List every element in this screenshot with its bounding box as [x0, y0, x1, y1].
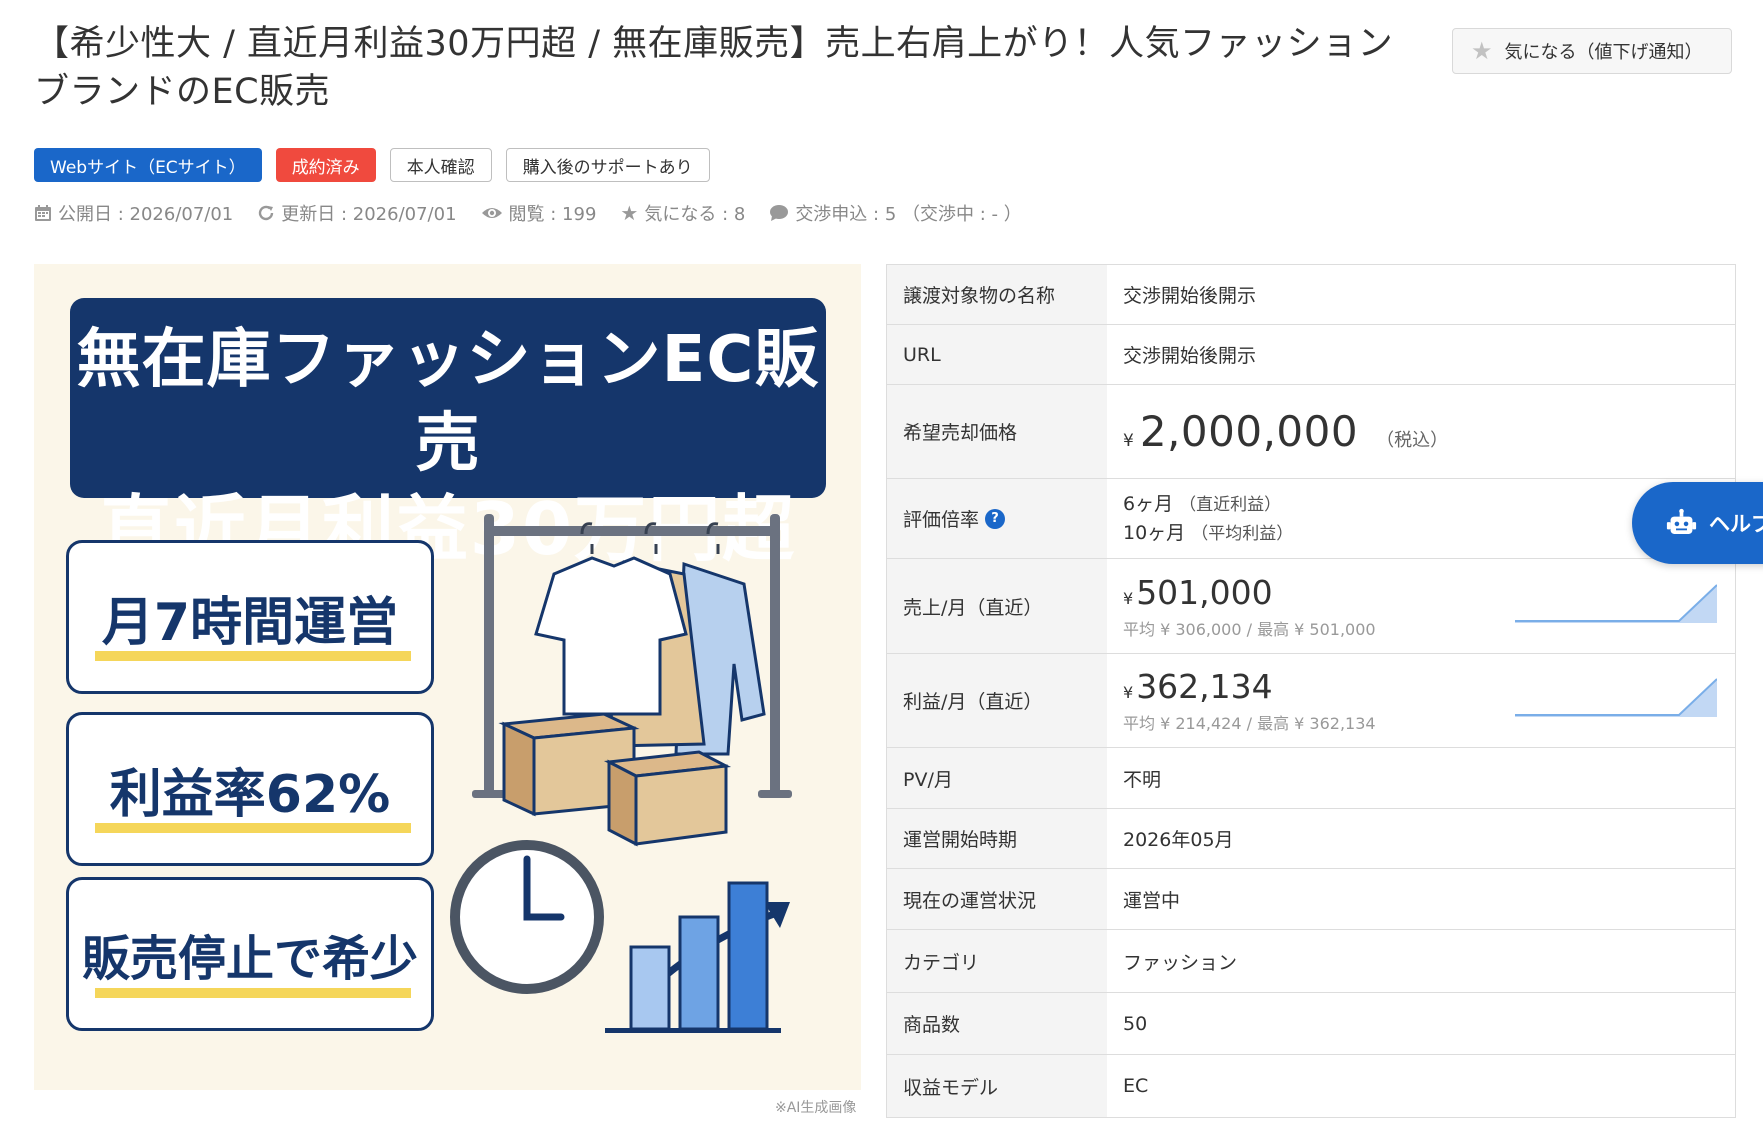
details-table: 譲渡対象物の名称 交渉開始後開示 URL 交渉開始後開示 希望売却価格 ¥ 2,…: [886, 264, 1736, 1118]
meta-negotiations: 交渉申込 : 5 （交渉中 : - ）: [769, 200, 1022, 226]
row-value: 不明: [1123, 768, 1162, 791]
row-value: 50: [1123, 1012, 1148, 1035]
profit-sparkline: [1515, 678, 1717, 717]
tag-verified: 本人確認: [389, 148, 492, 182]
help-icon[interactable]: ?: [985, 508, 1006, 529]
price-amount: 2,000,000: [1139, 407, 1359, 456]
refresh-icon: [259, 205, 274, 221]
row-category: カテゴリ ファッション: [887, 930, 1735, 993]
row-label: 現在の運営状況: [887, 869, 1107, 929]
hero-card-rare: 販売停止で希少: [66, 877, 434, 1031]
row-pv: PV/月 不明: [887, 748, 1735, 809]
favorite-button-label: 気になる（値下げ通知）: [1504, 42, 1703, 63]
row-value: 運営中: [1123, 889, 1181, 912]
row-value: ¥ 501,000 平均 ¥ 306,000 / 最高 ¥ 501,000: [1107, 559, 1735, 653]
favorite-button[interactable]: ★ 気になる（値下げ通知）: [1452, 28, 1732, 74]
row-model: 収益モデル EC: [887, 1055, 1735, 1118]
comment-icon: [770, 205, 789, 221]
tag-support: 購入後のサポートあり: [505, 148, 710, 182]
highlight-bar: [95, 988, 411, 998]
row-label: 評価倍率 ?: [887, 479, 1107, 558]
row-value: 交渉開始後開示: [1123, 285, 1257, 307]
star-icon: ★: [620, 201, 639, 225]
row-products: 商品数 50: [887, 993, 1735, 1055]
row-value: 交渉開始後開示: [1123, 345, 1257, 367]
row-sales: 売上/月（直近） ¥ 501,000 平均 ¥ 306,000 / 最高 ¥ 5…: [887, 559, 1735, 654]
row-value: 2026年05月: [1123, 829, 1234, 851]
row-label: 売上/月（直近）: [887, 559, 1107, 653]
row-label: 収益モデル: [887, 1055, 1107, 1117]
sales-sparkline: [1515, 584, 1717, 623]
row-value: ファッション: [1123, 951, 1238, 974]
hero-banner-line1: 無在庫ファッションEC販売: [76, 323, 820, 481]
row-label: 商品数: [887, 993, 1107, 1054]
sales-amount: 501,000: [1136, 572, 1273, 612]
row-profit: 利益/月（直近） ¥ 362,134 平均 ¥ 214,424 / 最高 ¥ 3…: [887, 654, 1735, 748]
row-label: 利益/月（直近）: [887, 654, 1107, 747]
row-rate: 評価倍率 ? 6ヶ月 （直近利益） 10ヶ月 （平均利益）: [887, 479, 1735, 559]
tag-status: 成約済み: [275, 148, 376, 182]
row-label: PV/月: [887, 748, 1107, 808]
row-label: 譲渡対象物の名称: [887, 265, 1107, 324]
row-label: 希望売却価格: [887, 385, 1107, 478]
hero-caption: ※AI生成画像: [775, 1100, 857, 1116]
row-name: 譲渡対象物の名称 交渉開始後開示: [887, 265, 1735, 325]
hero-card-hours: 月7時間運営: [66, 540, 434, 694]
star-icon: ★: [1471, 37, 1493, 65]
profit-amount: 362,134: [1136, 667, 1273, 706]
tag-category[interactable]: Webサイト（ECサイト）: [34, 148, 262, 182]
row-value: ¥ 362,134 平均 ¥ 214,424 / 最高 ¥ 362,134: [1107, 654, 1735, 747]
hero-image[interactable]: 無在庫ファッションEC販売 直近月利益30万円超 月7時間運営 利益率62% 販…: [34, 264, 861, 1090]
meta-updated: 更新日 : 2026/07/01: [257, 200, 457, 226]
row-value: ¥ 2,000,000 （税込）: [1107, 385, 1735, 478]
meta-views: 閲覧 : 199: [481, 200, 596, 226]
row-url: URL 交渉開始後開示: [887, 325, 1735, 385]
listing-title: 【希少性大 / 直近月利益30万円超 / 無在庫販売】売上右肩上がり！人気ファッ…: [34, 24, 1394, 112]
row-status: 現在の運営状況 運営中: [887, 869, 1735, 930]
hero-card-margin: 利益率62%: [66, 712, 434, 866]
meta-published: 公開日 : 2026/07/01: [34, 200, 233, 226]
hero-banner: 無在庫ファッションEC販売 直近月利益30万円超: [70, 298, 826, 571]
price: ¥ 2,000,000 （税込）: [1123, 407, 1449, 456]
meta-favorites: ★ 気になる : 8: [620, 201, 746, 225]
row-value: EC: [1123, 1075, 1149, 1097]
robot-icon: [1666, 508, 1697, 534]
help-chat-button[interactable]: ヘルプ: [1632, 482, 1763, 564]
row-label: 運営開始時期: [887, 809, 1107, 868]
calendar-icon: [35, 205, 51, 221]
row-label: URL: [887, 325, 1107, 384]
row-price: 希望売却価格 ¥ 2,000,000 （税込）: [887, 385, 1735, 479]
tag-list: Webサイト（ECサイト） 成約済み 本人確認 購入後のサポートあり: [34, 148, 710, 182]
clock-and-bars-illustration: [450, 840, 781, 1033]
help-chat-label: ヘルプ: [1709, 512, 1763, 536]
row-label: カテゴリ: [887, 930, 1107, 992]
row-start: 運営開始時期 2026年05月: [887, 809, 1735, 869]
eye-icon: [481, 208, 502, 218]
listing-meta: 公開日 : 2026/07/01 更新日 : 2026/07/01 閲覧 : 1…: [34, 200, 1022, 226]
